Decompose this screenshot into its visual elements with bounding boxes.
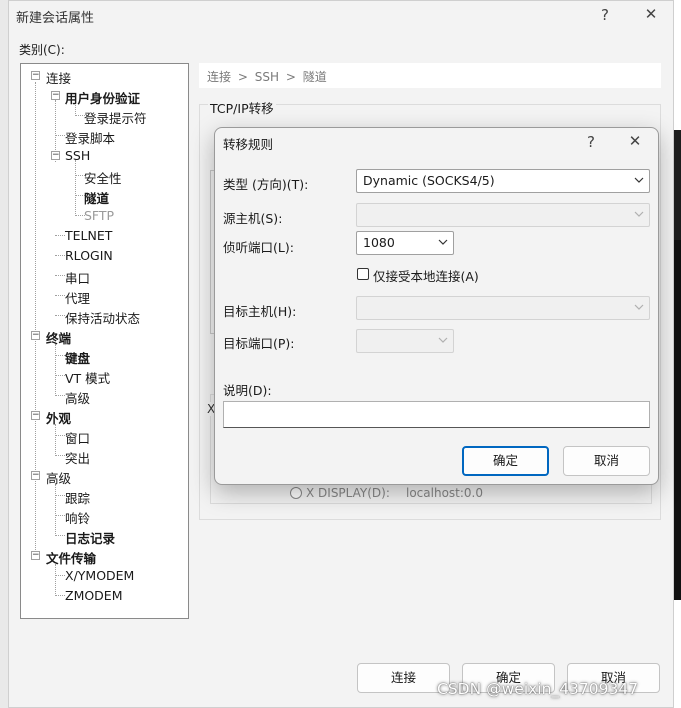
tree-item-security[interactable]: 安全性 bbox=[84, 168, 122, 187]
chevron-down-icon bbox=[634, 177, 644, 183]
window-title: 新建会话属性 bbox=[16, 11, 95, 26]
listen-port-value: 1080 bbox=[363, 235, 395, 250]
tree-item-rlogin[interactable]: RLOGIN bbox=[65, 248, 113, 263]
breadcrumb: 连接 > SSH > 隧道 bbox=[199, 63, 661, 88]
tree-item-vt-mode[interactable]: VT 模式 bbox=[65, 368, 110, 387]
breadcrumb-item: 连接 bbox=[207, 70, 232, 84]
tree-item-terminal-advanced[interactable]: 高级 bbox=[65, 388, 90, 407]
category-label: 类别(C): bbox=[19, 43, 65, 57]
listen-port-label: 侦听端口(L): bbox=[223, 240, 294, 255]
breadcrumb-item: 隧道 bbox=[302, 70, 327, 84]
tree-item-sftp[interactable]: SFTP bbox=[84, 208, 114, 223]
tree-item-login-prompt[interactable]: 登录提示符 bbox=[84, 108, 147, 127]
background-app-edge bbox=[0, 0, 8, 708]
breadcrumb-separator: > bbox=[285, 70, 296, 84]
expand-toggle-icon[interactable]: − bbox=[31, 411, 40, 420]
x-display-radio[interactable] bbox=[290, 487, 302, 499]
breadcrumb-separator: > bbox=[237, 70, 248, 84]
target-host-label: 目标主机(H): bbox=[223, 304, 297, 319]
breadcrumb-item: SSH bbox=[254, 70, 279, 84]
tree-item-serial[interactable]: 串口 bbox=[65, 268, 90, 287]
watermark: CSDN @weixin_43709347 bbox=[437, 680, 639, 698]
tree-item-login-script[interactable]: 登录脚本 bbox=[65, 128, 115, 147]
tree-item-connection[interactable]: 连接 bbox=[46, 68, 71, 87]
tree-item-zmodem[interactable]: ZMODEM bbox=[65, 588, 123, 603]
chevron-down-icon bbox=[634, 211, 644, 217]
dialog-help-button[interactable]: ? bbox=[576, 133, 606, 151]
tree-item-telnet[interactable]: TELNET bbox=[65, 228, 112, 243]
section-title: TCP/IP转移 bbox=[208, 98, 276, 117]
tree-item-proxy[interactable]: 代理 bbox=[65, 288, 90, 307]
dialog-cancel-button[interactable]: 取消 bbox=[563, 446, 650, 476]
tree-item-tunnel[interactable]: 隧道 bbox=[84, 188, 109, 207]
source-host-select bbox=[356, 203, 650, 227]
listen-port-combo[interactable]: 1080 bbox=[356, 231, 454, 255]
chevron-down-icon bbox=[438, 239, 448, 245]
source-host-label: 源主机(S): bbox=[223, 211, 283, 226]
type-select-value: Dynamic (SOCKS4/5) bbox=[363, 173, 495, 188]
tree-item-ssh[interactable]: SSH bbox=[65, 148, 90, 163]
target-host-select bbox=[356, 296, 650, 320]
tree-item-advanced[interactable]: 高级 bbox=[46, 468, 71, 487]
tree-item-keyboard[interactable]: 键盘 bbox=[65, 348, 90, 367]
tree-item-user-auth[interactable]: 用户身份验证 bbox=[65, 88, 140, 107]
dialog-ok-button[interactable]: 确定 bbox=[462, 446, 549, 476]
tree-item-appearance[interactable]: 外观 bbox=[46, 408, 71, 427]
x-display-value: localhost:0.0 bbox=[406, 486, 483, 500]
close-icon[interactable]: ✕ bbox=[636, 5, 666, 23]
expand-toggle-icon[interactable]: − bbox=[51, 91, 60, 100]
tree-item-highlight[interactable]: 突出 bbox=[65, 448, 90, 467]
local-only-checkbox[interactable] bbox=[357, 268, 369, 280]
tree-item-trace[interactable]: 跟踪 bbox=[65, 488, 90, 507]
expand-toggle-icon[interactable]: − bbox=[31, 331, 40, 340]
description-label: 说明(D): bbox=[223, 383, 272, 398]
local-only-label: 仅接受本地连接(A) bbox=[373, 269, 479, 284]
expand-toggle-icon[interactable]: − bbox=[51, 151, 60, 160]
dialog-close-icon[interactable]: ✕ bbox=[620, 132, 650, 150]
tree-item-keepalive[interactable]: 保持活动状态 bbox=[65, 308, 140, 327]
tree-item-logging[interactable]: 日志记录 bbox=[65, 528, 115, 547]
dialog-title: 转移规则 bbox=[223, 137, 274, 152]
type-select[interactable]: Dynamic (SOCKS4/5) bbox=[356, 169, 650, 193]
target-port-combo bbox=[356, 329, 454, 353]
expand-toggle-icon[interactable]: − bbox=[31, 551, 40, 560]
expand-toggle-icon[interactable]: − bbox=[31, 71, 40, 80]
expand-toggle-icon[interactable]: − bbox=[31, 471, 40, 480]
x-display-label: X DISPLAY(D): bbox=[306, 486, 390, 500]
target-port-label: 目标端口(P): bbox=[223, 336, 295, 351]
help-button[interactable]: ? bbox=[590, 6, 620, 24]
tree-item-xymodem[interactable]: X/YMODEM bbox=[65, 568, 134, 583]
chevron-down-icon bbox=[438, 337, 448, 343]
tree-item-file-transfer[interactable]: 文件传输 bbox=[46, 548, 96, 567]
description-input[interactable] bbox=[223, 401, 650, 428]
type-label: 类型 (方向)(T): bbox=[223, 177, 309, 192]
tree-item-bell[interactable]: 响铃 bbox=[65, 508, 90, 527]
tree-item-terminal[interactable]: 终端 bbox=[46, 328, 71, 347]
category-tree[interactable]: − 连接 − 用户身份验证 登录提示符 登录脚本 − SSH 安全性 隧道 SF… bbox=[20, 63, 189, 619]
tree-item-window[interactable]: 窗口 bbox=[65, 428, 90, 447]
chevron-down-icon bbox=[634, 304, 644, 310]
